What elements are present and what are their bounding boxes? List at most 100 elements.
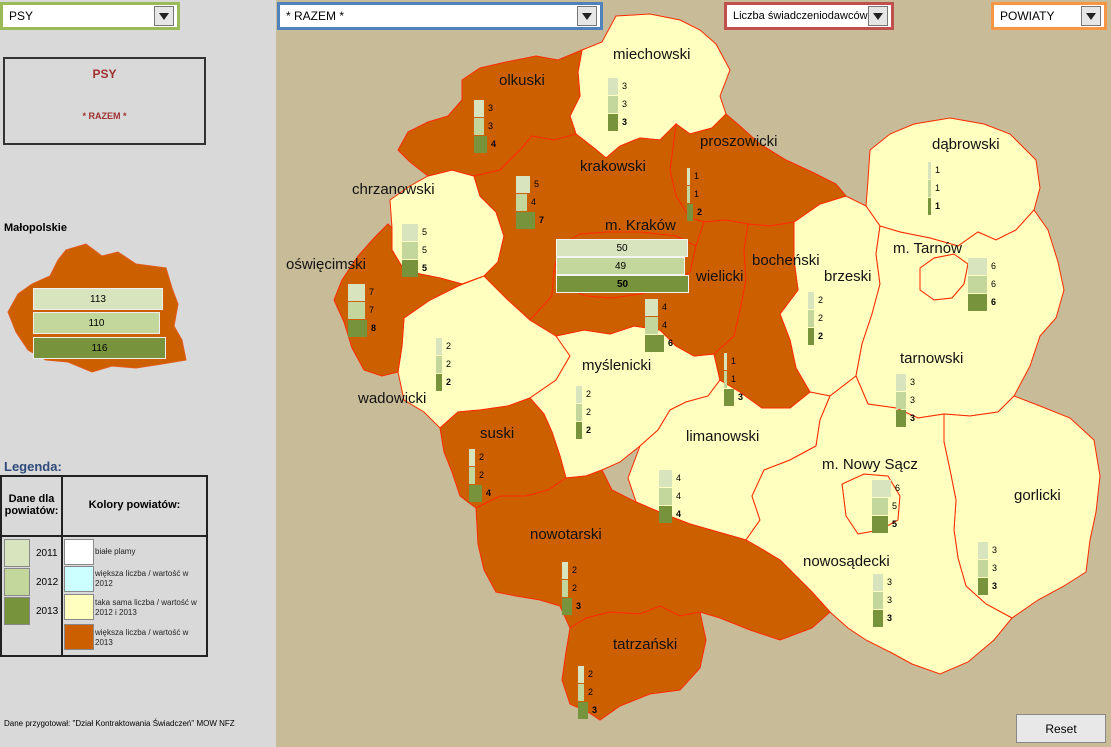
district-bar-oswiecimski-2012 <box>348 302 365 319</box>
district-bar-limanowski-2011 <box>659 470 672 487</box>
district-bar-proszowicki-2011 <box>687 168 690 185</box>
district-value-tarnowski-2011: 3 <box>910 377 916 387</box>
district-bar-miechowski-2011 <box>608 78 618 95</box>
district-bar-limanowski-2012 <box>659 488 672 505</box>
district-value-myslenicki-2012: 2 <box>586 407 592 417</box>
district-bar-nowosadecki-2012 <box>873 592 883 609</box>
district-value-proszowicki-2013: 2 <box>697 207 703 217</box>
district-value-tatrzanski-2011: 2 <box>588 669 594 679</box>
district-value-tarnowski-2013: 3 <box>910 413 916 423</box>
district-value-krakowski-2013: 7 <box>539 215 545 225</box>
district-value-brzeski-2011: 2 <box>818 295 824 305</box>
district-value-krakowski-2012: 4 <box>531 197 537 207</box>
district-bar-m-nowy-sacz-2013 <box>872 516 888 533</box>
district-value-dabrowski-2011: 1 <box>935 165 941 175</box>
district-label-m-tarnow[interactable]: m. Tarnów <box>893 240 962 257</box>
district-value-m-tarnow-2012: 6 <box>991 279 997 289</box>
district-label-gorlicki[interactable]: gorlicki <box>1014 487 1061 504</box>
district-bar-tarnowski-2013 <box>896 410 906 427</box>
district-bar-m-tarnow-2012 <box>968 276 987 293</box>
chevron-down-icon[interactable] <box>1081 6 1101 26</box>
district-value-tarnowski-2012: 3 <box>910 395 916 405</box>
level-dropdown[interactable]: POWIATY <box>991 2 1107 30</box>
district-bar-tatrzanski-2013 <box>578 702 588 719</box>
district-label-krakowski[interactable]: krakowski <box>580 158 646 175</box>
district-bar-brzeski-2011 <box>808 292 814 309</box>
district-value-m-nowy-sacz-2013: 5 <box>892 519 898 529</box>
chevron-down-icon[interactable] <box>154 6 174 26</box>
district-label-nowotarski[interactable]: nowotarski <box>530 526 602 543</box>
district-bar-suski-2011 <box>469 449 475 466</box>
district-bar-oswiecimski-2011 <box>348 284 365 301</box>
district-bar-myslenicki-2013 <box>576 422 582 439</box>
district-label-wadowicki[interactable]: wadowicki <box>358 390 426 407</box>
district-value-tatrzanski-2012: 2 <box>588 687 594 697</box>
chevron-down-icon[interactable] <box>868 6 888 26</box>
district-bar-myslenicki-2012 <box>576 404 582 421</box>
district-bar-olkuski-2013 <box>474 136 487 153</box>
district-bar-bochenski-2012 <box>724 371 727 388</box>
district-value-dabrowski-2012: 1 <box>935 183 941 193</box>
district-bar-dabrowski-2011 <box>928 162 931 179</box>
district-bar-suski-2012 <box>469 467 475 484</box>
district-bar-bochenski-2013 <box>724 389 734 406</box>
category-dropdown-value: * RAZEM * <box>286 9 345 23</box>
district-value-nowosadecki-2012: 3 <box>887 595 893 605</box>
species-dropdown-value: PSY <box>9 9 34 23</box>
district-label-miechowski[interactable]: miechowski <box>613 46 691 63</box>
reset-button[interactable]: Reset <box>1016 714 1106 743</box>
district-value-miechowski-2012: 3 <box>622 99 628 109</box>
district-value-myslenicki-2013: 2 <box>586 425 592 435</box>
district-bar-chrzanowski-2011 <box>402 224 418 241</box>
district-label-nowosadecki[interactable]: nowosądecki <box>803 553 890 570</box>
district-label-myslenicki[interactable]: myślenicki <box>582 357 651 374</box>
district-bar-wielicki-2012 <box>645 317 658 334</box>
species-dropdown[interactable]: PSY <box>0 2 180 30</box>
district-value-suski-2011: 2 <box>479 452 485 462</box>
district-label-dabrowski[interactable]: dąbrowski <box>932 136 1000 153</box>
district-value-myslenicki-2011: 2 <box>586 389 592 399</box>
district-value-bochenski-2012: 1 <box>731 374 737 384</box>
district-bar-tatrzanski-2012 <box>578 684 584 701</box>
chevron-down-icon[interactable] <box>577 6 597 26</box>
district-value-nowotarski-2013: 3 <box>576 601 582 611</box>
district-label-chrzanowski[interactable]: chrzanowski <box>352 181 435 198</box>
district-label-limanowski[interactable]: limanowski <box>686 428 759 445</box>
district-label-m-nowy-sacz[interactable]: m. Nowy Sącz <box>822 456 918 473</box>
district-label-bochenski[interactable]: bocheński <box>752 252 820 269</box>
district-gorlicki <box>943 395 1101 619</box>
district-value-wielicki-2012: 4 <box>662 320 668 330</box>
district-label-suski[interactable]: suski <box>480 425 514 442</box>
district-label-brzeski[interactable]: brzeski <box>824 268 872 285</box>
district-bar-wadowicki-2012 <box>436 356 442 373</box>
category-dropdown[interactable]: * RAZEM * <box>277 2 603 30</box>
district-bar-tarnowski-2011 <box>896 374 906 391</box>
district-bar-brzeski-2013 <box>808 328 814 345</box>
district-value-chrzanowski-2013: 5 <box>422 263 428 273</box>
district-value-proszowicki-2012: 1 <box>694 189 700 199</box>
district-bar-gorlicki-2012 <box>978 560 988 577</box>
district-value-nowotarski-2012: 2 <box>572 583 578 593</box>
district-bar-m-krakow-2012: 49 <box>556 257 685 275</box>
district-label-olkuski[interactable]: olkuski <box>499 72 545 89</box>
district-value-krakowski-2011: 5 <box>534 179 540 189</box>
district-bar-wielicki-2011 <box>645 299 658 316</box>
district-value-gorlicki-2012: 3 <box>992 563 998 573</box>
district-value-oswiecimski-2012: 7 <box>369 305 375 315</box>
district-bar-krakowski-2011 <box>516 176 530 193</box>
district-label-m-krakow[interactable]: m. Kraków <box>605 217 676 234</box>
district-label-tatrzanski[interactable]: tatrzański <box>613 636 677 653</box>
district-value-nowosadecki-2013: 3 <box>887 613 893 623</box>
district-value-tatrzanski-2013: 3 <box>592 705 598 715</box>
district-bar-chrzanowski-2012 <box>402 242 418 259</box>
district-bar-limanowski-2013 <box>659 506 672 523</box>
district-bar-nowotarski-2012 <box>562 580 568 597</box>
district-label-oswiecimski[interactable]: oświęcimski <box>286 256 366 273</box>
district-label-wielicki[interactable]: wielicki <box>696 268 744 285</box>
district-label-tarnowski[interactable]: tarnowski <box>900 350 963 367</box>
district-label-proszowicki[interactable]: proszowicki <box>700 133 778 150</box>
district-bar-m-krakow-2013: 50 <box>556 275 689 293</box>
district-value-brzeski-2012: 2 <box>818 313 824 323</box>
measure-dropdown[interactable]: Liczba świadczeniodawców <box>724 2 894 30</box>
district-bar-miechowski-2013 <box>608 114 618 131</box>
